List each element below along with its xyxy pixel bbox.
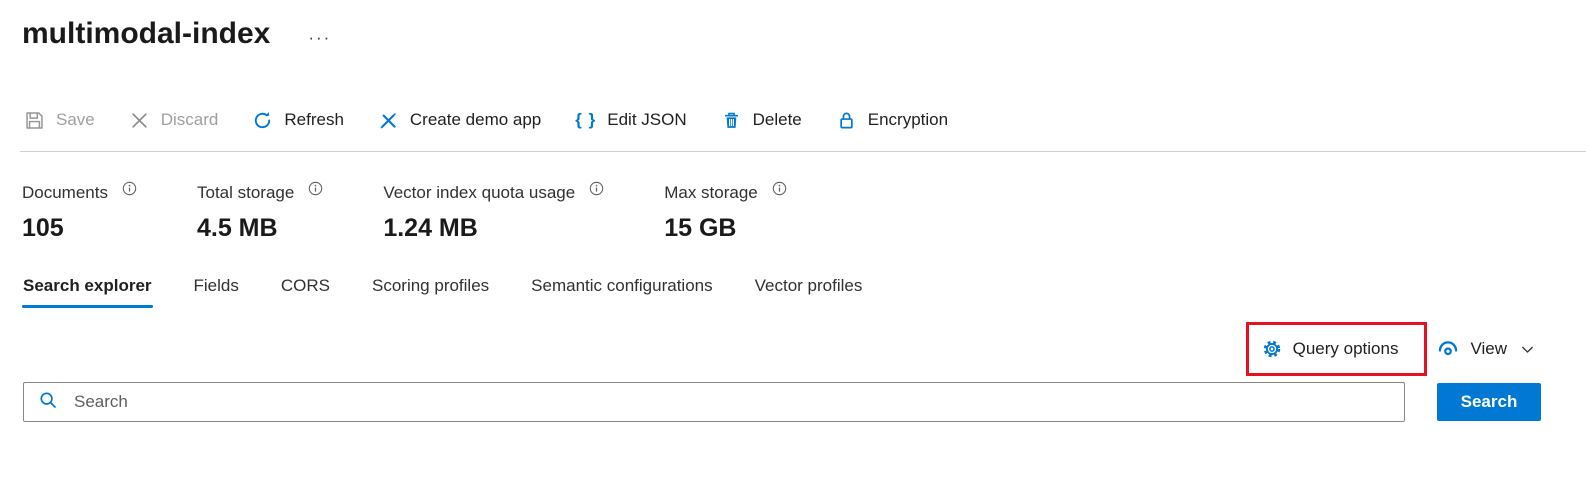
- command-bar: Save Discard Refresh Create demo app { }…: [0, 98, 1586, 142]
- save-label: Save: [56, 110, 95, 130]
- create-demo-app-label: Create demo app: [410, 110, 541, 130]
- more-menu-button[interactable]: ···: [308, 29, 331, 46]
- encryption-label: Encryption: [868, 110, 948, 130]
- info-icon[interactable]: [772, 181, 787, 196]
- stat-value: 1.24 MB: [383, 213, 604, 243]
- save-button[interactable]: Save: [24, 110, 95, 131]
- stat-max-storage: Max storage 15 GB: [664, 182, 787, 243]
- view-label: View: [1470, 339, 1507, 359]
- page-title: multimodal-index: [22, 17, 270, 51]
- refresh-button[interactable]: Refresh: [252, 110, 344, 131]
- index-stats: Documents 105 Total storage 4.5 MB Vecto…: [0, 182, 1586, 243]
- stat-total-storage: Total storage 4.5 MB: [197, 182, 323, 243]
- encryption-lock-icon: [836, 110, 857, 131]
- edit-json-button[interactable]: { } Edit JSON: [575, 110, 686, 130]
- discard-icon: [129, 110, 150, 131]
- stat-label: Documents: [22, 182, 108, 204]
- delete-icon: [721, 110, 742, 131]
- edit-json-label: Edit JSON: [607, 110, 686, 130]
- edit-json-icon: { }: [575, 110, 596, 130]
- save-icon: [24, 110, 45, 131]
- tab-scoring-profiles[interactable]: Scoring profiles: [371, 276, 490, 308]
- tab-vector-profiles[interactable]: Vector profiles: [754, 276, 864, 308]
- search-input-container: [23, 382, 1405, 422]
- stat-value: 15 GB: [664, 213, 787, 243]
- stat-documents: Documents 105: [22, 182, 137, 243]
- stat-value: 4.5 MB: [197, 213, 323, 243]
- search-input[interactable]: [72, 391, 1392, 413]
- create-demo-app-icon: [378, 110, 399, 131]
- query-options-highlight: Query options: [1246, 322, 1428, 376]
- delete-button[interactable]: Delete: [721, 110, 802, 131]
- tab-cors[interactable]: CORS: [280, 276, 331, 308]
- view-eye-icon: [1436, 337, 1460, 361]
- chevron-down-icon: [1517, 341, 1536, 358]
- refresh-label: Refresh: [284, 110, 344, 130]
- gear-icon: [1261, 338, 1283, 360]
- search-icon: [38, 390, 58, 415]
- stat-vector-index-quota: Vector index quota usage 1.24 MB: [383, 182, 604, 243]
- toolbar-divider: [20, 151, 1586, 152]
- stat-label: Max storage: [664, 182, 758, 204]
- query-toolbar: Query options View: [0, 321, 1586, 377]
- encryption-button[interactable]: Encryption: [836, 110, 948, 131]
- info-icon[interactable]: [122, 181, 137, 196]
- view-dropdown[interactable]: View: [1436, 337, 1536, 361]
- discard-label: Discard: [161, 110, 219, 130]
- tab-fields[interactable]: Fields: [193, 276, 240, 308]
- tab-bar: Search explorer Fields CORS Scoring prof…: [0, 276, 1586, 308]
- query-options-button[interactable]: Query options: [1261, 338, 1399, 360]
- info-icon[interactable]: [589, 181, 604, 196]
- create-demo-app-button[interactable]: Create demo app: [378, 110, 541, 131]
- tab-search-explorer[interactable]: Search explorer: [22, 276, 153, 308]
- delete-label: Delete: [753, 110, 802, 130]
- info-icon[interactable]: [308, 181, 323, 196]
- stat-label: Total storage: [197, 182, 294, 204]
- search-bar: Search: [0, 382, 1586, 422]
- stat-label: Vector index quota usage: [383, 182, 575, 204]
- page-header: multimodal-index ···: [0, 0, 1586, 54]
- refresh-icon: [252, 110, 273, 131]
- search-button[interactable]: Search: [1437, 383, 1541, 421]
- tab-semantic-configurations[interactable]: Semantic configurations: [530, 276, 713, 308]
- stat-value: 105: [22, 213, 137, 243]
- discard-button[interactable]: Discard: [129, 110, 219, 131]
- query-options-label: Query options: [1293, 339, 1399, 359]
